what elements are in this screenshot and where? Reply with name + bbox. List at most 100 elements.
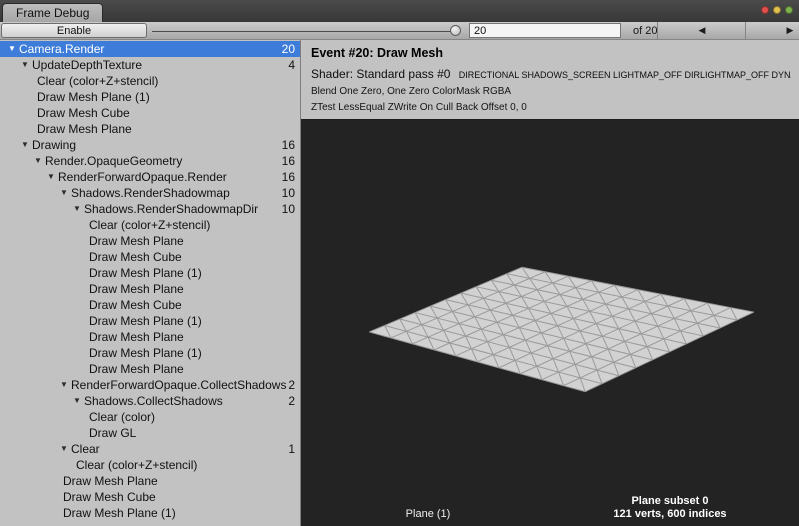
disclosure-triangle-icon[interactable]: ▼ [60, 441, 71, 457]
tree-row-label: Draw Mesh Plane (1) [89, 346, 202, 360]
disclosure-triangle-icon[interactable]: ▼ [21, 57, 32, 73]
slider-track [152, 30, 460, 32]
prev-frame-button[interactable]: ◀ [657, 22, 745, 39]
tree-row-label: Shadows.RenderShadowmap [71, 186, 230, 200]
tree-row[interactable]: Draw Mesh Cube [0, 489, 300, 505]
disclosure-triangle-icon[interactable]: ▼ [8, 41, 19, 57]
tree-row-label: Camera.Render [19, 42, 105, 56]
main-content: ▼ Camera.Render 20 ▼ UpdateDepthTexture 4 Clea… [0, 40, 799, 526]
event-tree: ▼ Camera.Render 20 ▼ UpdateDepthTexture 4 Clea… [0, 40, 301, 526]
tree-row[interactable]: Draw Mesh Cube [0, 297, 300, 313]
tree-row[interactable]: ▼ Clear 1 [0, 441, 300, 457]
tree-row[interactable]: ▼ Drawing 16 [0, 137, 300, 153]
window-control-close-icon[interactable] [761, 6, 769, 14]
tree-row[interactable]: Draw Mesh Plane [0, 233, 300, 249]
tree-row-label: Draw Mesh Plane [89, 330, 184, 344]
tree-row-label: Render.OpaqueGeometry [45, 154, 183, 168]
tree-row[interactable]: Draw Mesh Plane (1) [0, 313, 300, 329]
tree-row-label: Draw Mesh Plane [63, 474, 158, 488]
tree-row-label: Draw Mesh Plane (1) [63, 506, 176, 520]
disclosure-triangle-icon[interactable]: ▼ [73, 393, 84, 409]
tree-row-label: RenderForwardOpaque.Render [58, 170, 227, 184]
ztest-info-label: ZTest LessEqual ZWrite On Cull Back Offs… [311, 102, 527, 113]
frame-debug-window: Frame Debug Enable of 20 ◀ ▶ ▼Camera.Ren… [0, 0, 799, 526]
shader-info: Shader: Standard pass #0 DIRECTIONAL SHA… [311, 67, 791, 82]
tree-row-label: Clear (color+Z+stencil) [89, 218, 211, 232]
mesh-preview[interactable]: Plane (1) Plane subset 0 121 verts, 600 … [301, 119, 799, 526]
mesh-name-label: Plane (1) [405, 508, 451, 520]
tree-row[interactable]: ▼ RenderForwardOpaque.CollectShadows 2 [0, 377, 300, 393]
tree-row[interactable]: Draw Mesh Plane (1) [0, 89, 300, 105]
tree-row[interactable]: ▼ UpdateDepthTexture 4 [0, 57, 300, 73]
tree-row-label: Draw Mesh Plane [89, 234, 184, 248]
tree-row-label: Clear [71, 442, 100, 456]
toolbar: Enable of 20 ◀ ▶ [0, 22, 799, 40]
tree-row-label: Shadows.RenderShadowmapDir [84, 202, 259, 216]
tree-row-label: Draw Mesh Plane [89, 282, 184, 296]
disclosure-triangle-icon[interactable]: ▼ [73, 201, 84, 217]
tree-row-label: Draw Mesh Cube [37, 106, 130, 120]
window-control-maximize-icon[interactable] [785, 6, 793, 14]
tree-row[interactable]: ▼ Render.OpaqueGeometry 16 [0, 153, 300, 169]
tree-row-count: 10 [281, 186, 295, 200]
tree-row-count: 16 [281, 170, 295, 184]
tree-row[interactable]: Draw Mesh Plane (1) [0, 345, 300, 361]
disclosure-triangle-icon[interactable]: ▼ [60, 377, 71, 393]
tree-row[interactable]: ▼ Shadows.RenderShadowmapDir 10 [0, 201, 300, 217]
tree-row[interactable]: Draw Mesh Plane (1) [0, 505, 300, 521]
disclosure-triangle-icon[interactable]: ▼ [21, 137, 32, 153]
tab-bar: Frame Debug [0, 0, 799, 22]
left-arrow-icon: ◀ [698, 25, 706, 35]
frame-number-input[interactable] [469, 23, 621, 38]
tree-row-label: Draw Mesh Plane [89, 362, 184, 376]
tree-row[interactable]: Draw Mesh Plane (1) [0, 265, 300, 281]
event-info: Event #20: Draw Mesh Shader: Standard pa… [301, 40, 799, 119]
tree-row[interactable]: Draw Mesh Cube [0, 249, 300, 265]
tree-row-count: 20 [281, 42, 295, 56]
tab-title: Frame Debug [16, 6, 90, 20]
tree-row-count: 10 [281, 202, 295, 216]
tree-row[interactable]: Draw Mesh Plane [0, 473, 300, 489]
tree-row-count: 2 [288, 394, 295, 408]
tree-row[interactable]: Draw Mesh Plane [0, 121, 300, 137]
tree-row[interactable]: Clear (color+Z+stencil) [0, 457, 300, 473]
tree-row[interactable]: Draw Mesh Cube [0, 105, 300, 121]
tree-row[interactable]: Draw GL [0, 425, 300, 441]
tree-row-label: Shadows.CollectShadows [84, 394, 223, 408]
mesh-wireframe [369, 266, 755, 393]
tree-row[interactable]: Draw Mesh Plane [0, 361, 300, 377]
tree-row[interactable]: Draw Mesh Plane [0, 281, 300, 297]
tree-row[interactable]: ▼ Shadows.CollectShadows 2 [0, 393, 300, 409]
tree-row[interactable]: ▼ Shadows.RenderShadowmap 10 [0, 185, 300, 201]
tree-row-count: 16 [281, 154, 295, 168]
tree-row-count: 4 [288, 58, 295, 72]
tree-row[interactable]: ▼ Camera.Render 20 [0, 41, 300, 57]
tree-row[interactable]: Clear (color+Z+stencil) [0, 73, 300, 89]
tree-row-label: Drawing [32, 138, 77, 152]
tree-row-label: Draw Mesh Cube [89, 298, 182, 312]
tree-row-label: Draw GL [89, 426, 137, 440]
tree-row[interactable]: Draw Mesh Plane [0, 329, 300, 345]
tree-row[interactable]: Clear (color+Z+stencil) [0, 217, 300, 233]
window-control-minimize-icon[interactable] [773, 6, 781, 14]
frame-slider[interactable] [150, 23, 462, 39]
tree-row[interactable]: Clear (color) [0, 409, 300, 425]
next-frame-button[interactable]: ▶ [745, 22, 799, 39]
tree-row-label: Draw Mesh Cube [63, 490, 156, 504]
blend-info-label: Blend One Zero, One Zero ColorMask RGBA [311, 86, 512, 97]
tree-row-label: Clear (color+Z+stencil) [76, 458, 198, 472]
tree-row-count: 1 [288, 442, 295, 456]
enable-button[interactable]: Enable [1, 23, 147, 38]
tree-row-label: UpdateDepthTexture [32, 58, 143, 72]
mesh-subset-label: Plane subset 0 [631, 495, 709, 507]
tree-row[interactable]: ▼ RenderForwardOpaque.Render 16 [0, 169, 300, 185]
shader-keywords-label: DIRECTIONAL SHADOWS_SCREEN LIGHTMAP_OFF … [458, 70, 791, 80]
disclosure-triangle-icon[interactable]: ▼ [60, 185, 71, 201]
tab-frame-debug[interactable]: Frame Debug [2, 3, 104, 22]
slider-thumb[interactable] [450, 24, 461, 36]
right-arrow-icon: ▶ [786, 25, 794, 35]
event-title: Event #20: Draw Mesh [311, 46, 443, 60]
tree-row-label: Clear (color) [89, 410, 156, 424]
disclosure-triangle-icon[interactable]: ▼ [47, 169, 58, 185]
disclosure-triangle-icon[interactable]: ▼ [34, 153, 45, 169]
